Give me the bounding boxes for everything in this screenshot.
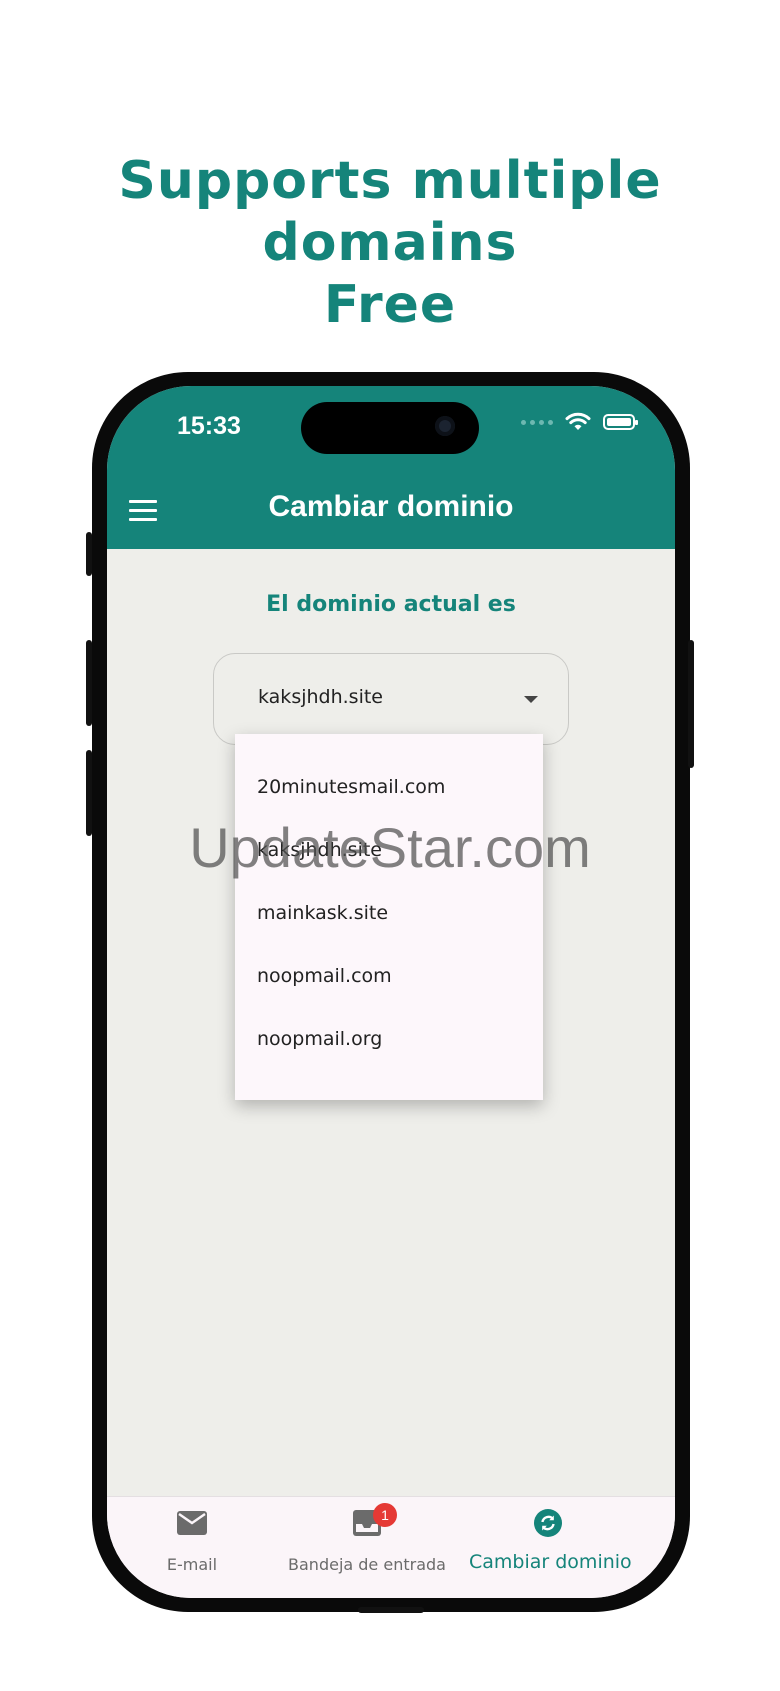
domain-select[interactable]: kaksjhdh.site (213, 653, 569, 745)
domain-select-value: kaksjhdh.site (258, 686, 383, 708)
status-icons (521, 412, 638, 432)
sync-icon (534, 1509, 562, 1537)
promo-headline-line2: Free (323, 275, 457, 335)
phone-power-button (688, 640, 694, 768)
app-top-bar: 15:33 Cambiar dominio (107, 386, 675, 549)
nav-label-inbox: Bandeja de entrada (288, 1555, 446, 1574)
dropdown-option-kaksjhdh[interactable]: kaksjhdh.site (257, 839, 382, 861)
phone-action-button (86, 532, 92, 576)
dropdown-option-noopmail-com[interactable]: noopmail.com (257, 965, 392, 987)
status-time: 15:33 (177, 412, 241, 440)
nav-item-email[interactable]: E-mail (127, 1497, 257, 1598)
dropdown-option-mainkask[interactable]: mainkask.site (257, 902, 388, 924)
inbox-badge: 1 (373, 1503, 397, 1527)
signal-dots-icon (521, 419, 553, 425)
domain-dropdown-menu: 20minutesmail.com kaksjhdh.site mainkask… (235, 734, 543, 1100)
dynamic-island (301, 402, 479, 454)
nav-item-change-domain[interactable]: Cambiar dominio (469, 1497, 632, 1598)
mail-icon (177, 1511, 207, 1535)
phone-bottom-bar (358, 1607, 424, 1613)
promo-headline: Supports multiple domains Free (0, 150, 780, 336)
nav-item-inbox[interactable]: 1 Bandeja de entrada (287, 1497, 447, 1598)
camera-icon (435, 416, 455, 436)
phone-screen: 15:33 Cambiar dominio El dominio actual … (107, 386, 675, 1598)
bottom-navigation: E-mail 1 Bandeja de entrada Cambiar domi… (107, 1496, 675, 1598)
phone-volume-up-button (86, 640, 92, 726)
page-title: Cambiar dominio (268, 490, 514, 523)
battery-icon (603, 414, 638, 430)
promo-headline-line1: Supports multiple domains (118, 151, 662, 273)
chevron-down-icon (524, 696, 538, 703)
nav-label-email: E-mail (166, 1555, 218, 1574)
dropdown-option-20minutesmail[interactable]: 20minutesmail.com (257, 776, 445, 798)
wifi-icon (565, 412, 591, 430)
phone-volume-down-button (86, 750, 92, 836)
current-domain-label: El dominio actual es (266, 592, 516, 617)
dropdown-option-noopmail-org[interactable]: noopmail.org (257, 1028, 382, 1050)
nav-label-change-domain: Cambiar dominio (469, 1551, 632, 1573)
